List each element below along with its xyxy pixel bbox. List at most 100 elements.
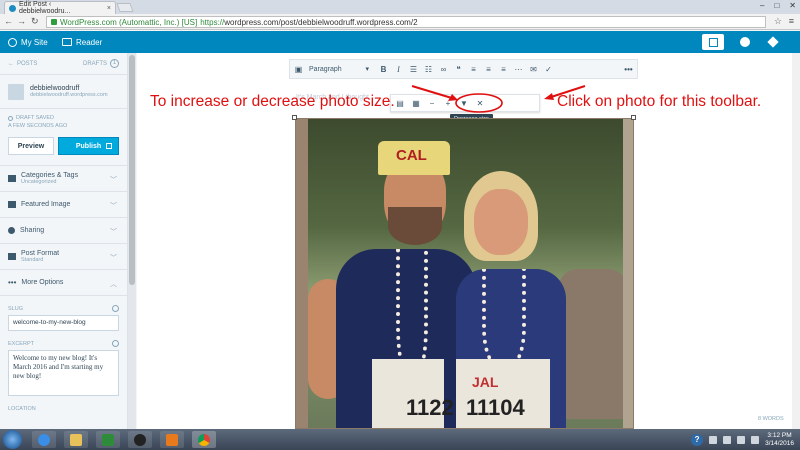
back-to-posts-link[interactable]: ← POSTS — [8, 61, 37, 67]
tray-icon[interactable] — [709, 435, 718, 444]
taskbar-explorer[interactable] — [64, 431, 88, 448]
add-media-icon[interactable]: ▣ — [294, 65, 303, 74]
outlook-icon — [166, 433, 178, 446]
align-left-image-icon[interactable]: ▤ — [396, 99, 404, 108]
preview-button[interactable]: Preview — [8, 137, 54, 155]
url-field[interactable]: WordPress.com (Automattic, Inc.) [US] ht… — [46, 16, 766, 28]
write-button[interactable] — [702, 34, 724, 50]
taskbar-excel[interactable] — [96, 431, 120, 448]
help-icon[interactable]: ? — [691, 433, 704, 446]
profile-button[interactable] — [734, 34, 756, 50]
post-photo[interactable]: CAL 1122 JAL 11104 — [295, 118, 634, 429]
excerpt-label-text: EXCERPT — [8, 341, 34, 347]
italic-icon[interactable]: I — [394, 65, 403, 74]
post-format-icon — [8, 253, 16, 260]
avatar-icon — [740, 37, 750, 47]
back-icon[interactable]: ← — [4, 16, 13, 26]
taskbar-outlook[interactable] — [160, 431, 184, 448]
caption-icon[interactable]: ▼ — [460, 99, 468, 108]
bold-icon[interactable]: B — [379, 65, 388, 74]
section-sharing[interactable]: Sharing ﹀ — [0, 218, 127, 244]
new-tab-button[interactable] — [116, 3, 134, 12]
clock[interactable]: 3:12 PM 3/14/2016 — [765, 432, 794, 448]
drafts-count: 1 — [110, 59, 119, 68]
sidebar-scroll-thumb[interactable] — [129, 55, 135, 285]
bullet-list-icon[interactable]: ☰ — [409, 65, 418, 74]
section-categories-tags[interactable]: Categories & Tags Uncategorized ﹀ — [0, 166, 127, 192]
link-icon[interactable]: ∞ — [439, 65, 448, 74]
section-post-format[interactable]: Post Format Standard ﹀ — [0, 244, 127, 270]
calendar-icon[interactable] — [106, 143, 112, 149]
start-button[interactable] — [3, 430, 22, 449]
taskbar-chrome[interactable] — [192, 431, 216, 448]
align-center-icon[interactable]: ≡ — [484, 65, 493, 74]
bookmark-star-icon[interactable]: ☆ — [774, 16, 782, 27]
status-time: A FEW SECONDS AGO — [8, 123, 68, 129]
close-window-icon[interactable]: ✕ — [789, 1, 796, 10]
numbered-list-icon[interactable]: ☷ — [424, 65, 433, 74]
align-right-icon[interactable]: ≡ — [499, 65, 508, 74]
section-more-options[interactable]: ••• More Options ︿ — [0, 270, 127, 296]
chevron-down-icon: ﹀ — [110, 177, 117, 184]
align-center-image-icon[interactable]: ▦ — [412, 99, 420, 108]
address-bar: ← → ↻ WordPress.com (Automattic, Inc.) [… — [0, 14, 800, 30]
publish-button[interactable]: Publish — [58, 137, 119, 155]
reader-icon — [62, 38, 72, 46]
reader-link[interactable]: Reader — [62, 31, 102, 53]
status-saved: DRAFT SAVED — [16, 115, 54, 121]
maximize-icon[interactable]: □ — [774, 1, 779, 10]
excerpt-textarea[interactable]: Welcome to my new blog! It's March 2016 … — [8, 350, 119, 396]
image-toolbar: ▤ ▦ − + ▼ ✕ — [390, 94, 540, 112]
browser-tab[interactable]: Edit Post ‹ debbielwoodru... × — [4, 1, 116, 15]
share-icon — [8, 227, 15, 234]
my-site-link[interactable]: My Site — [8, 31, 48, 53]
notifications-button[interactable] — [762, 34, 784, 50]
info-icon[interactable] — [112, 305, 119, 312]
volume-icon[interactable] — [751, 435, 760, 444]
network-icon[interactable] — [737, 435, 746, 444]
forward-icon[interactable]: → — [17, 16, 26, 26]
section-featured-image[interactable]: Featured Image ﹀ — [0, 192, 127, 218]
site-selector[interactable]: debbielwoodruff debbielwoodruff.wordpres… — [0, 75, 127, 109]
resize-handle-top-left[interactable] — [292, 115, 297, 120]
taskbar-app4[interactable] — [128, 431, 152, 448]
info-icon[interactable] — [112, 340, 119, 347]
minimize-icon[interactable]: – — [760, 1, 764, 10]
reload-icon[interactable]: ↻ — [31, 16, 39, 27]
write-icon — [708, 37, 718, 47]
url-text: wordpress.com/post/debbielwoodruff.wordp… — [224, 17, 418, 27]
decrease-size-icon[interactable]: − — [428, 99, 436, 108]
align-left-icon[interactable]: ≡ — [469, 65, 478, 74]
drafts-link[interactable]: DRAFTS 1 — [83, 59, 119, 68]
status-icon — [8, 115, 13, 121]
media-icon — [134, 433, 146, 446]
clock-date: 3/14/2016 — [765, 439, 794, 447]
increase-size-icon[interactable]: + — [444, 99, 452, 108]
editor-scrollbar[interactable] — [792, 53, 800, 429]
browser-menu-icon[interactable]: ≡ — [789, 16, 794, 26]
sidebar-scrollbar[interactable] — [128, 53, 136, 429]
remove-image-icon[interactable]: ✕ — [476, 99, 484, 108]
chevron-down-icon: ﹀ — [110, 229, 117, 236]
image-icon — [8, 201, 16, 208]
section-sub: Standard — [21, 257, 44, 263]
taskbar-ie[interactable] — [32, 431, 56, 448]
drafts-label: DRAFTS — [83, 60, 107, 67]
posts-label: POSTS — [17, 60, 38, 67]
flag-icon[interactable] — [723, 435, 732, 444]
resize-handle-top-right[interactable] — [631, 115, 636, 120]
format-select[interactable]: Paragraph ▾ — [309, 65, 369, 74]
section-label: Categories & Tags — [21, 172, 79, 179]
spellcheck-icon[interactable]: ✓ — [544, 65, 553, 74]
tab-close-icon[interactable]: × — [107, 5, 111, 12]
contact-form-icon[interactable]: ✉ — [529, 65, 538, 74]
more-tools-icon[interactable]: ••• — [624, 65, 633, 74]
word-count: 8 WORDS — [758, 416, 784, 422]
blockquote-icon[interactable]: ❝ — [454, 65, 463, 74]
browser-tab-strip: Edit Post ‹ debbielwoodru... × – □ ✕ — [0, 0, 800, 15]
slug-input[interactable]: welcome-to-my-new-blog — [8, 315, 119, 331]
windows-taskbar: ? 3:12 PM 3/14/2016 — [0, 429, 800, 450]
clock-time: 3:12 PM — [767, 431, 792, 439]
read-more-icon[interactable]: ⋯ — [514, 65, 523, 74]
wordpress-logo-icon — [8, 37, 17, 47]
